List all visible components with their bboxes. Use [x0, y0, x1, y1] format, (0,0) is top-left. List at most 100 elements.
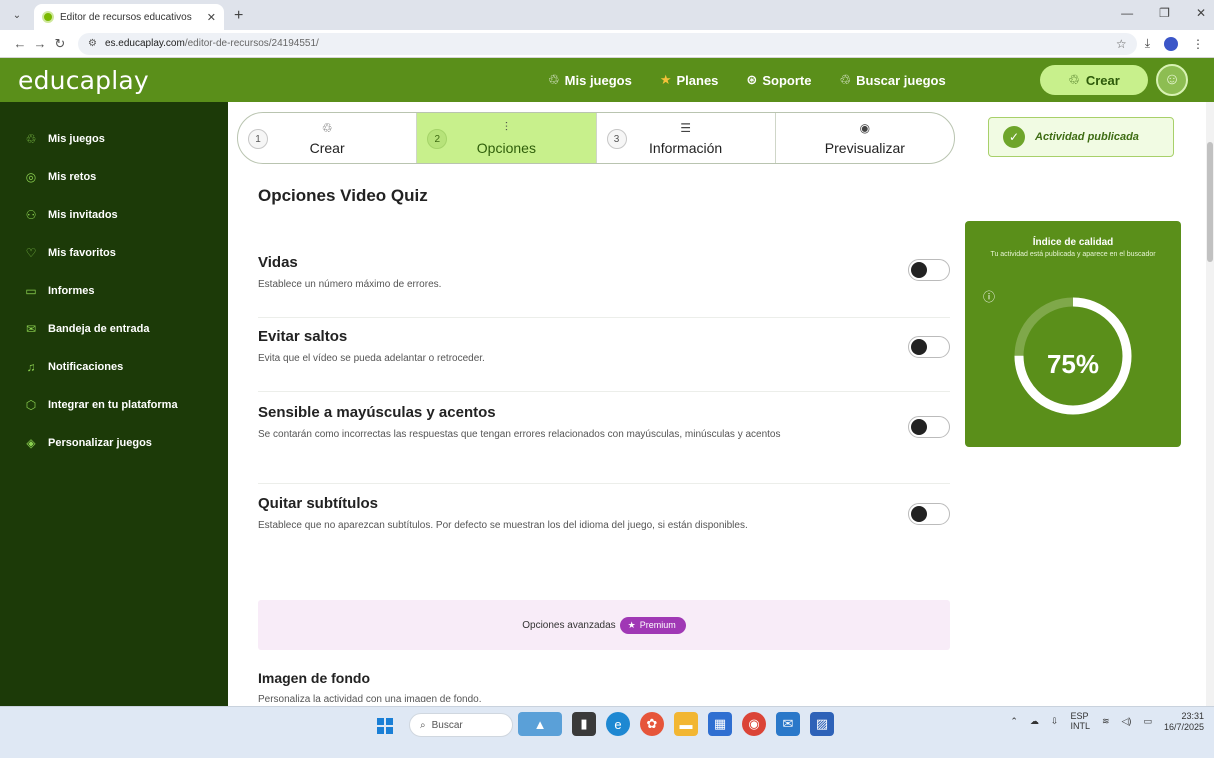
task-view-icon[interactable]: ▮: [572, 712, 596, 736]
profile-icon[interactable]: [1164, 36, 1178, 51]
site-info-icon[interactable]: ⚙: [88, 38, 97, 49]
step-crear[interactable]: 1 ♲ Crear: [238, 113, 418, 163]
step-informacion[interactable]: 3 ☰ Información: [597, 113, 776, 163]
close-window-icon[interactable]: ✕: [1196, 6, 1206, 20]
quality-card: Índice de calidad Tu actividad está publ…: [965, 221, 1181, 447]
nav-soporte[interactable]: ⊛ Soporte: [746, 72, 811, 88]
option-name: Evitar saltos: [258, 328, 348, 345]
step-label: Información: [649, 139, 723, 156]
sliders-icon: ⫶: [504, 120, 508, 134]
user-avatar[interactable]: ☺: [1156, 64, 1188, 96]
tab-search-icon[interactable]: ⌄: [6, 4, 28, 26]
check-icon: ✓: [1003, 126, 1025, 148]
taskbar-apps: ▲ ▮ e ✿ ▬ ▦ ◉ ✉ ▨: [518, 712, 834, 736]
sidebar-item-bandeja[interactable]: ✉ Bandeja de entrada: [0, 310, 228, 348]
educaplay-logo[interactable]: educaplay: [18, 66, 149, 95]
sidebar-item-notificaciones[interactable]: ♫ Notificaciones: [0, 348, 228, 386]
scrollbar-thumb[interactable]: [1207, 142, 1213, 262]
sidebar-item-mis-invitados[interactable]: ⚇ Mis invitados: [0, 196, 228, 234]
minimize-icon[interactable]: —: [1121, 6, 1133, 20]
browser-tab[interactable]: Editor de recursos educativos ✕: [34, 4, 224, 30]
nav-buscar-juegos[interactable]: ♲ Buscar juegos: [839, 72, 945, 88]
evitar-saltos-toggle[interactable]: [908, 336, 950, 358]
step-opciones[interactable]: 2 ⫶ Opciones: [417, 113, 597, 163]
url-domain: es.educaplay.com: [104, 38, 185, 49]
bookmark-star-icon[interactable]: ☆: [1116, 37, 1127, 51]
nav-label: Mis juegos: [564, 72, 632, 88]
nav-mis-juegos[interactable]: ♲ Mis juegos: [548, 72, 632, 88]
published-badge: ✓ Actividad publicada: [988, 117, 1174, 157]
edge-icon[interactable]: e: [606, 712, 630, 736]
back-icon[interactable]: ←: [10, 36, 30, 51]
info-icon[interactable]: ⓘ: [983, 288, 995, 305]
option-name: Sensible a mayúsculas y acentos: [258, 404, 496, 421]
search-icon: ⌕: [420, 719, 426, 731]
cloud-icon[interactable]: ☁: [1030, 716, 1039, 727]
step-number: 2: [427, 129, 448, 149]
windows-start-icon[interactable]: [377, 718, 393, 734]
nav-planes[interactable]: ★ Planes: [660, 72, 719, 88]
lang-secondary: INTL: [1070, 720, 1090, 731]
mail-app-icon[interactable]: ✉: [776, 712, 800, 736]
taskbar-search-label: Buscar: [431, 719, 463, 731]
search-puzzle-icon: ♲: [839, 72, 852, 87]
step-label: Previsualizar: [824, 139, 905, 156]
step-label: Opciones: [476, 140, 536, 156]
restore-icon[interactable]: ❐: [1159, 6, 1170, 20]
subtitulos-toggle[interactable]: [908, 503, 950, 525]
chrome-icon[interactable]: ◉: [742, 712, 766, 736]
option-desc: Evita que el vídeo se pueda adelantar o …: [258, 353, 485, 364]
sidebar-item-mis-favoritos[interactable]: ♡ Mis favoritos: [0, 234, 228, 272]
reload-icon[interactable]: ↻: [50, 36, 70, 52]
editor-content: 1 ♲ Crear 2 ⫶ Opciones 3 ☰ Información ◉ Pre…: [228, 102, 1214, 706]
toggle-knob: [911, 506, 927, 522]
sidebar-item-label: Informes: [48, 285, 95, 297]
copilot-icon[interactable]: ✿: [640, 712, 664, 736]
option-desc: Establece un número máximo de errores.: [258, 279, 442, 290]
forward-icon[interactable]: →: [30, 36, 50, 51]
nav-label: Soporte: [762, 72, 812, 88]
page-scrollbar[interactable]: [1206, 102, 1214, 706]
store-icon[interactable]: ▦: [708, 712, 732, 736]
option-desc: Se contarán como incorrectas las respues…: [258, 429, 781, 440]
mayusculas-toggle[interactable]: [908, 416, 950, 438]
mail-icon: ✉: [25, 322, 37, 336]
option-mayusculas: Sensible a mayúsculas y acentos Se conta…: [258, 404, 950, 484]
wifi-icon[interactable]: ≋: [1102, 716, 1110, 727]
sidebar-item-integrar[interactable]: ⬡ Integrar en tu plataforma: [0, 386, 228, 424]
sidebar-item-mis-juegos[interactable]: ♲ Mis juegos: [0, 120, 228, 158]
system-tray: ⌃ ☁ ⇩ ESP INTL ≋ ◁) ▭ 23:31 16/7/2025: [1010, 711, 1204, 733]
sidebar-item-mis-retos[interactable]: ◎ Mis retos: [0, 158, 228, 196]
download-icon[interactable]: ⤓: [1145, 36, 1150, 51]
taskbar-search[interactable]: ⌕ Buscar: [409, 713, 513, 737]
file-explorer-icon[interactable]: ▬: [674, 712, 698, 736]
premium-label: Premium: [639, 620, 676, 630]
new-tab-icon[interactable]: +: [234, 7, 243, 25]
crear-button[interactable]: ♲ Crear: [1040, 65, 1148, 95]
tab-close-icon[interactable]: ✕: [207, 11, 216, 24]
step-previsualizar[interactable]: ◉ Previsualizar: [776, 113, 954, 163]
puzzle-icon: ♲: [1068, 72, 1080, 87]
landscape-widget-icon[interactable]: ▲: [518, 712, 562, 736]
language-indicator[interactable]: ESP INTL: [1070, 711, 1090, 732]
favicon-icon: [42, 11, 54, 23]
vidas-toggle[interactable]: [908, 259, 950, 281]
sidebar-item-informes[interactable]: ▭ Informes: [0, 272, 228, 310]
sidebar-item-label: Mis juegos: [48, 133, 105, 145]
url-bar[interactable]: ⚙ es.educaplay.com /editor-de-recursos/2…: [78, 32, 1137, 55]
sidebar-item-label: Mis favoritos: [48, 247, 116, 259]
premium-badge[interactable]: ★ Premium: [619, 616, 686, 634]
volume-icon[interactable]: ◁): [1122, 716, 1132, 727]
sidebar-item-personalizar[interactable]: ◈ Personalizar juegos: [0, 424, 228, 462]
usb-icon[interactable]: ⇩: [1051, 716, 1059, 727]
user-icon: ☺: [1163, 71, 1181, 88]
menu-kebab-icon[interactable]: ⋮: [1192, 37, 1204, 51]
address-toolbar: ← → ↻ ⚙ es.educaplay.com /editor-de-recu…: [0, 30, 1214, 58]
advanced-options-bar[interactable]: Opciones avanzadas ★ Premium: [258, 600, 950, 650]
nav-label: Buscar juegos: [856, 72, 946, 88]
battery-icon[interactable]: ▭: [1143, 716, 1152, 727]
chevron-up-icon[interactable]: ⌃: [1010, 716, 1018, 727]
clock[interactable]: 23:31 16/7/2025: [1164, 711, 1204, 733]
photos-icon[interactable]: ▨: [810, 712, 834, 736]
top-nav: ♲ Mis juegos ★ Planes ⊛ Soporte ♲ Buscar…: [548, 58, 946, 102]
